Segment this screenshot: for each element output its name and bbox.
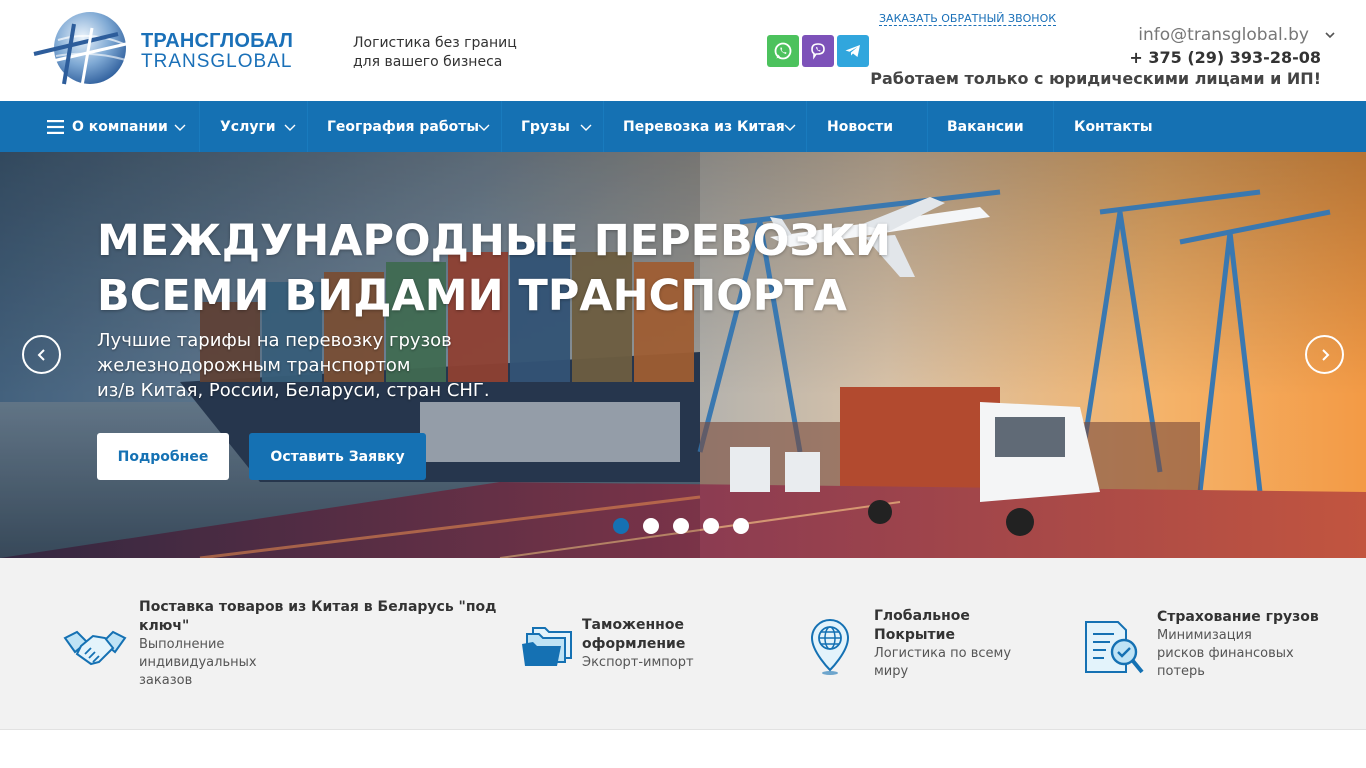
- feature-title-line: Таможенное: [582, 617, 684, 633]
- tagline: Логистика без границ для вашего бизнеса: [353, 34, 533, 72]
- phone-link[interactable]: + 375 (29) 393-28-08: [1129, 48, 1321, 67]
- feature-title-line: Глобальное: [874, 608, 970, 624]
- nav-item-label: Перевозка из Китая: [623, 118, 785, 135]
- slider-dot[interactable]: [643, 518, 659, 534]
- nav-item-contacts[interactable]: Контакты: [1074, 101, 1153, 152]
- logo-text-ru: ТРАНСГЛОБАЛ: [141, 30, 294, 52]
- nav-divider: [927, 101, 928, 152]
- more-button[interactable]: Подробнее: [97, 433, 229, 480]
- hero-subtitle-line-1: Лучшие тарифы на перевозку грузов: [97, 330, 452, 351]
- nav-item-vacancies[interactable]: Вакансии: [947, 101, 1024, 152]
- nav-divider: [501, 101, 502, 152]
- nav-divider: [806, 101, 807, 152]
- hero-title-line-2: ВСЕМИ ВИДАМИ ТРАНСПОРТА: [97, 271, 847, 321]
- nav-divider: [1053, 101, 1054, 152]
- viber-button[interactable]: [802, 35, 834, 67]
- legal-entities-notice: Работаем только с юридическими лицами и …: [870, 69, 1321, 88]
- folders-icon: [522, 627, 572, 666]
- feature-text-line: индивидуальных: [139, 655, 257, 670]
- hamburger-icon: [47, 119, 64, 134]
- feature-title-line: Поставка товаров из Китая в Беларусь "по…: [139, 599, 497, 615]
- chevron-down-icon[interactable]: [580, 121, 592, 133]
- slider-dot[interactable]: [673, 518, 689, 534]
- nav-item-news[interactable]: Новости: [827, 101, 893, 152]
- chevron-left-icon: [37, 348, 45, 361]
- nav-item-label: Грузы: [521, 118, 570, 135]
- nav-divider: [603, 101, 604, 152]
- feature-title-line: ключ": [139, 618, 190, 634]
- handshake-icon: [63, 630, 127, 666]
- feature-text-line: Выполнение: [139, 637, 225, 652]
- feature-text: Экспорт-импорт: [582, 654, 694, 672]
- feature-text: Логистика по всему миру: [874, 645, 1011, 681]
- nav-item-label: О компании: [72, 118, 168, 135]
- hero-title: МЕЖДУНАРОДНЫЕ ПЕРЕВОЗКИ ВСЕМИ ВИДАМИ ТРА…: [97, 214, 891, 324]
- email-link[interactable]: info@transglobal.by: [1138, 25, 1309, 45]
- hero-slider: МЕЖДУНАРОДНЫЕ ПЕРЕВОЗКИ ВСЕМИ ВИДАМИ ТРА…: [0, 152, 1366, 558]
- whatsapp-icon: [774, 42, 792, 60]
- chevron-down-icon[interactable]: [784, 121, 796, 133]
- logo[interactable]: ТРАНСГЛОБАЛ TRANSGLOBAL: [30, 10, 300, 90]
- slider-dot[interactable]: [733, 518, 749, 534]
- submit-request-button[interactable]: Оставить Заявку: [249, 433, 426, 480]
- tagline-line-2: для вашего бизнеса: [353, 54, 503, 70]
- hero-subtitle-line-2: железнодорожным транспортом: [97, 355, 411, 376]
- feature-text-line: рисков финансовых: [1157, 646, 1294, 661]
- nav-item-label: География работы: [327, 118, 480, 135]
- slider-dot[interactable]: [703, 518, 719, 534]
- nav-item-label: Контакты: [1074, 118, 1153, 135]
- features-section: Поставка товаров из Китая в Беларусь "по…: [0, 558, 1366, 730]
- feature-text: Выполнение индивидуальных заказов: [139, 636, 257, 690]
- feature-text-line: миру: [874, 664, 909, 679]
- globe-pin-icon: [810, 618, 850, 675]
- feature-title: Поставка товаров из Китая в Беларусь "по…: [139, 598, 496, 636]
- tagline-line-1: Логистика без границ: [353, 35, 517, 51]
- feature-text-line: Экспорт-импорт: [582, 655, 694, 670]
- nav-item-label: Новости: [827, 118, 894, 135]
- hero-subtitle-line-3: из/в Китая, России, Беларуси, стран СНГ.: [97, 380, 490, 401]
- slider-prev-button[interactable]: [22, 335, 61, 374]
- nav-item-cargo[interactable]: Грузы: [521, 101, 570, 152]
- telegram-icon: [845, 45, 860, 57]
- telegram-button[interactable]: [837, 35, 869, 67]
- feature-text-line: Минимизация: [1157, 628, 1252, 643]
- feature-title: Таможенное оформление: [582, 616, 685, 654]
- callback-link[interactable]: Заказать обратный звонок: [879, 12, 1057, 26]
- messenger-links: [767, 35, 869, 67]
- logo-text-en: TRANSGLOBAL: [141, 51, 293, 72]
- hero-subtitle: Лучшие тарифы на перевозку грузов железн…: [97, 328, 490, 403]
- chevron-down-icon[interactable]: [1325, 31, 1335, 39]
- feature-title-line: оформление: [582, 636, 686, 652]
- feature-text-line: заказов: [139, 673, 193, 688]
- hero-title-line-1: МЕЖДУНАРОДНЫЕ ПЕРЕВОЗКИ: [97, 216, 892, 266]
- feature-text: Минимизация рисков финансовых потерь: [1157, 627, 1294, 681]
- feature-title-line: Страхование грузов: [1157, 609, 1319, 625]
- feature-text-line: Логистика по всему: [874, 646, 1012, 661]
- chevron-down-icon[interactable]: [284, 121, 296, 133]
- slider-next-button[interactable]: [1305, 335, 1344, 374]
- main-nav: О компании Услуги География работы Грузы…: [0, 101, 1366, 152]
- feature-title: Глобальное Покрытие: [874, 607, 970, 645]
- chevron-right-icon: [1321, 348, 1329, 361]
- feature-text-line: потерь: [1157, 664, 1205, 679]
- feature-title: Страхование грузов: [1157, 608, 1319, 627]
- nav-item-label: Услуги: [220, 118, 276, 135]
- slider-dot[interactable]: [613, 518, 629, 534]
- chevron-down-icon[interactable]: [478, 121, 490, 133]
- feature-title-line: Покрытие: [874, 627, 955, 643]
- slider-dots: [613, 518, 749, 534]
- nav-item-services[interactable]: Услуги: [220, 101, 276, 152]
- whatsapp-button[interactable]: [767, 35, 799, 67]
- nav-item-about[interactable]: О компании: [47, 101, 168, 152]
- nav-item-china-transport[interactable]: Перевозка из Китая: [623, 101, 785, 152]
- document-check-icon: [1085, 621, 1144, 674]
- nav-divider: [199, 101, 200, 152]
- chevron-down-icon[interactable]: [174, 121, 186, 133]
- site-header: ТРАНСГЛОБАЛ TRANSGLOBAL Логистика без гр…: [0, 0, 1366, 101]
- nav-divider: [307, 101, 308, 152]
- globe-logo-icon: [33, 12, 127, 87]
- nav-item-geography[interactable]: География работы: [327, 101, 479, 152]
- viber-icon: [811, 43, 825, 60]
- nav-item-label: Вакансии: [947, 118, 1024, 135]
